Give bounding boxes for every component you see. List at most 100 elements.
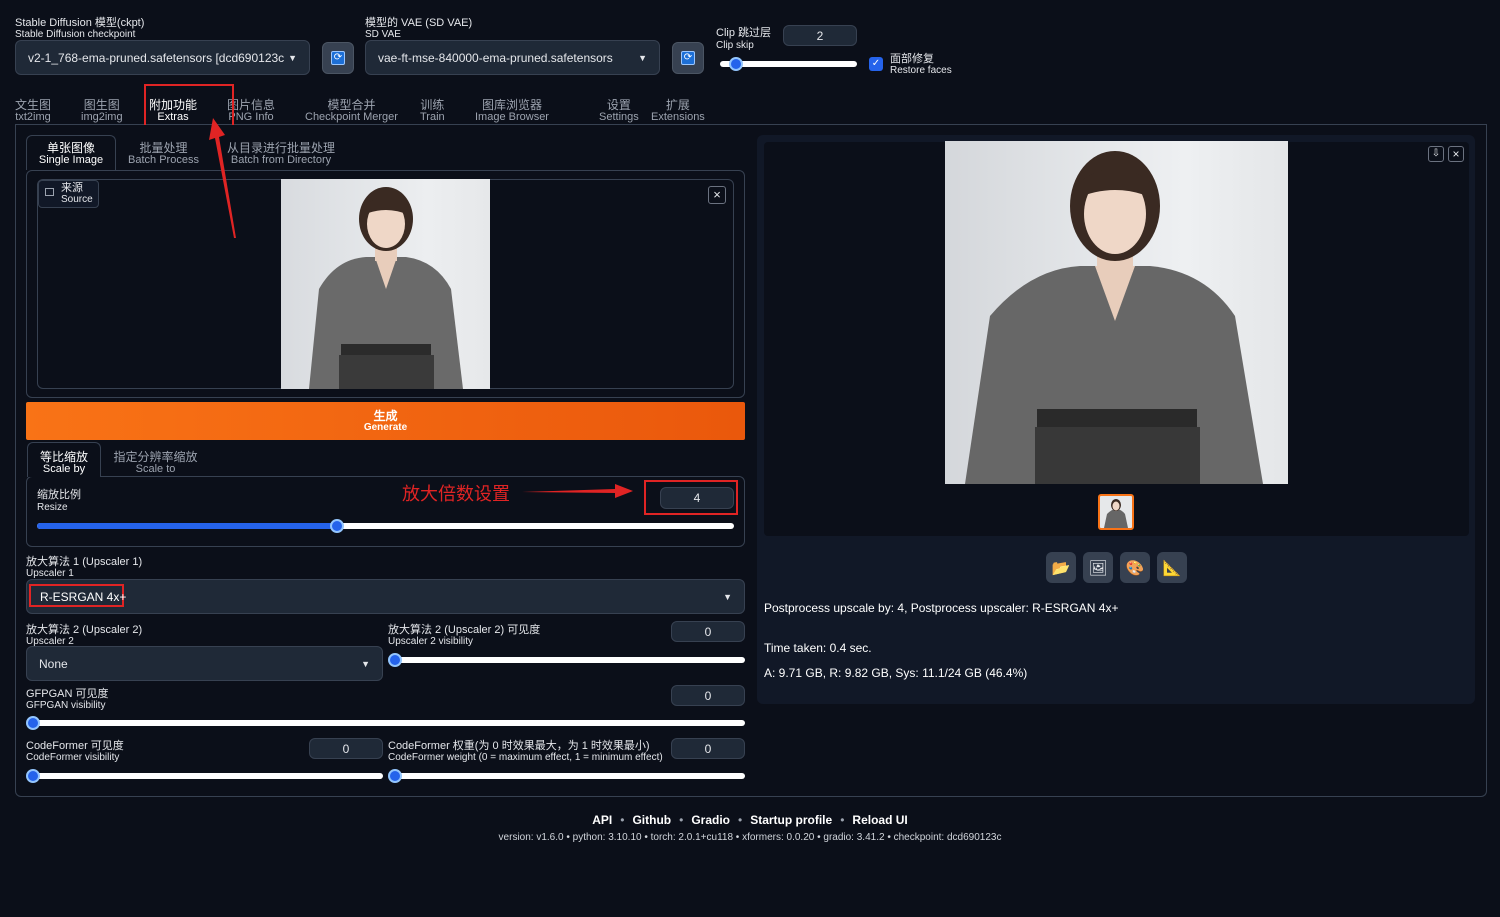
output-thumbnail[interactable] xyxy=(1098,494,1134,530)
tab-label: 设置 xyxy=(606,98,631,112)
vae-value: vae-ft-mse-840000-ema-pruned.safetensors xyxy=(378,50,613,65)
separator-dot: • xyxy=(737,813,743,827)
upscaler2-select[interactable]: None ▼ xyxy=(26,646,383,681)
upscaler1-value: R-ESRGAN 4x+ xyxy=(40,590,127,604)
tab-checkpoint-merger[interactable]: 模型合并 Checkpoint Merger xyxy=(305,99,398,124)
time-taken: Time taken: 0.4 sec. xyxy=(764,641,872,655)
gfpgan-slider[interactable] xyxy=(26,716,745,730)
resize-slider-handle[interactable] xyxy=(329,519,344,533)
gfpgan-input[interactable]: 0 xyxy=(671,685,745,706)
chevron-down-icon: ▼ xyxy=(638,52,647,63)
tab-label: 扩展 xyxy=(665,98,690,112)
vae-label-en: SD VAE xyxy=(365,29,401,40)
chevron-down-icon: ▼ xyxy=(361,658,370,669)
send-to-img2img-icon[interactable]: 🖼 xyxy=(1083,552,1113,583)
clip-skip-input[interactable]: 2 xyxy=(783,25,857,46)
resize-label-en: Resize xyxy=(37,502,68,513)
close-icon[interactable]: × xyxy=(1448,146,1464,162)
codeformer-vis-slider[interactable] xyxy=(26,769,383,783)
sub-tab-label: 单张图像 xyxy=(46,141,95,155)
resize-input[interactable]: 4 xyxy=(660,487,734,509)
refresh-icon: ⟳ xyxy=(331,51,345,65)
source-close-icon[interactable]: × xyxy=(708,186,726,204)
tab-img2img[interactable]: 图生图 img2img xyxy=(81,99,123,124)
resize-slider-fill xyxy=(37,523,337,529)
gfpgan-label-en: GFPGAN visibility xyxy=(26,700,106,711)
upscaler2-vis-label: 放大算法 2 (Upscaler 2) 可见度 xyxy=(388,624,541,636)
generate-button[interactable]: 生成 Generate xyxy=(26,402,745,440)
ckpt-select[interactable]: v2-1_768-ema-pruned.safetensors [dcd6901… xyxy=(15,40,310,75)
upscaler1-select[interactable]: ▼ xyxy=(26,579,745,614)
footer-link-reload-ui[interactable]: Reload UI xyxy=(852,813,907,827)
generate-label: 生成 xyxy=(373,409,398,423)
image-icon xyxy=(45,188,54,196)
source-label: 来源 xyxy=(61,182,83,194)
tab-train[interactable]: 训练 Train xyxy=(420,99,445,124)
tab-image-browser[interactable]: 图库浏览器 Image Browser xyxy=(475,99,549,124)
resize-slider[interactable] xyxy=(37,519,734,533)
source-label-en: Source xyxy=(61,194,93,205)
ckpt-label-en: Stable Diffusion checkpoint xyxy=(15,29,136,40)
chevron-down-icon: ▼ xyxy=(723,591,732,602)
output-image[interactable] xyxy=(945,141,1288,484)
tab-label: 图库浏览器 xyxy=(481,98,542,112)
tab-scale-by-label-en: Scale by xyxy=(42,463,86,475)
tab-label-en: Settings xyxy=(599,111,639,123)
clip-skip-label: Clip 跳过层 xyxy=(716,27,772,39)
tab-label-en: img2img xyxy=(81,111,123,123)
download-icon[interactable]: ⇩ xyxy=(1428,146,1444,162)
generate-label-en: Generate xyxy=(363,422,408,433)
upscaler2-vis-input[interactable]: 0 xyxy=(671,621,745,642)
tab-label: 图生图 xyxy=(83,98,120,112)
tab-scale-to-label: 指定分辨率缩放 xyxy=(113,450,198,464)
tab-label: 图片信息 xyxy=(227,98,276,112)
footer-link-gradio[interactable]: Gradio xyxy=(691,813,730,827)
upscaler2-vis-label-en: Upscaler 2 visibility xyxy=(388,636,474,647)
tab-scale-to[interactable]: 指定分辨率缩放 Scale to xyxy=(108,451,203,476)
tab-label: 训练 xyxy=(420,98,445,112)
separator-dot: • xyxy=(620,813,625,827)
separator-dot: • xyxy=(679,813,684,827)
open-folder-icon[interactable]: 📂 xyxy=(1046,552,1076,583)
gfpgan-slider-handle[interactable] xyxy=(26,716,40,730)
restore-faces-checkbox[interactable]: ✓ xyxy=(869,57,883,71)
tab-settings[interactable]: 设置 Settings xyxy=(599,99,639,124)
tab-txt2img[interactable]: 文生图 txt2img xyxy=(15,99,51,124)
tab-scale-by-label: 等比缩放 xyxy=(39,450,88,464)
codeformer-weight-slider-handle[interactable] xyxy=(388,769,402,783)
upscaler2-vis-slider[interactable] xyxy=(388,653,745,667)
restore-faces-label-en: Restore faces xyxy=(890,65,952,76)
source-image xyxy=(281,179,490,389)
ckpt-refresh-button[interactable]: ⟳ xyxy=(322,42,354,74)
tab-scale-by[interactable]: 等比缩放 Scale by xyxy=(27,451,101,476)
vae-select[interactable]: vae-ft-mse-840000-ema-pruned.safetensors… xyxy=(365,40,660,75)
clip-skip-slider[interactable] xyxy=(720,57,857,71)
footer-link-api[interactable]: API xyxy=(592,813,612,827)
vae-refresh-button[interactable]: ⟳ xyxy=(672,42,704,74)
codeformer-weight-slider[interactable] xyxy=(388,769,745,783)
refresh-icon: ⟳ xyxy=(681,51,695,65)
send-to-inpaint-icon[interactable]: 🎨 xyxy=(1120,552,1150,583)
tab-label-en: Image Browser xyxy=(475,111,549,123)
codeformer-weight-input[interactable]: 0 xyxy=(671,738,745,759)
resize-panel xyxy=(26,476,745,547)
sub-tab-batch-process[interactable]: 批量处理 Batch Process xyxy=(121,142,206,167)
annotation-arrow xyxy=(522,484,633,498)
upscaler2-value: None xyxy=(39,656,68,671)
annotation-text: 放大倍数设置 xyxy=(402,484,510,504)
footer-link-github[interactable]: Github xyxy=(632,813,671,827)
codeformer-vis-label-en: CodeFormer visibility xyxy=(26,752,120,763)
tab-label-en: Extensions xyxy=(651,111,705,123)
codeformer-vis-input[interactable]: 0 xyxy=(309,738,383,759)
send-to-extras-icon[interactable]: 📐 xyxy=(1157,552,1187,583)
footer-link-startup-profile[interactable]: Startup profile xyxy=(750,813,832,827)
upscaler2-vis-slider-handle[interactable] xyxy=(388,653,402,667)
codeformer-vis-slider-handle[interactable] xyxy=(26,769,40,783)
upscaler2-label: 放大算法 2 (Upscaler 2) xyxy=(26,624,143,636)
sub-tab-single-image[interactable]: 单张图像 Single Image xyxy=(26,142,116,167)
tab-extensions[interactable]: 扩展 Extensions xyxy=(651,99,705,124)
clip-skip-slider-handle[interactable] xyxy=(729,57,744,71)
gfpgan-label: GFPGAN 可见度 xyxy=(26,688,109,700)
codeformer-vis-label: CodeFormer 可见度 xyxy=(26,740,124,752)
chevron-down-icon: ▼ xyxy=(288,52,297,63)
